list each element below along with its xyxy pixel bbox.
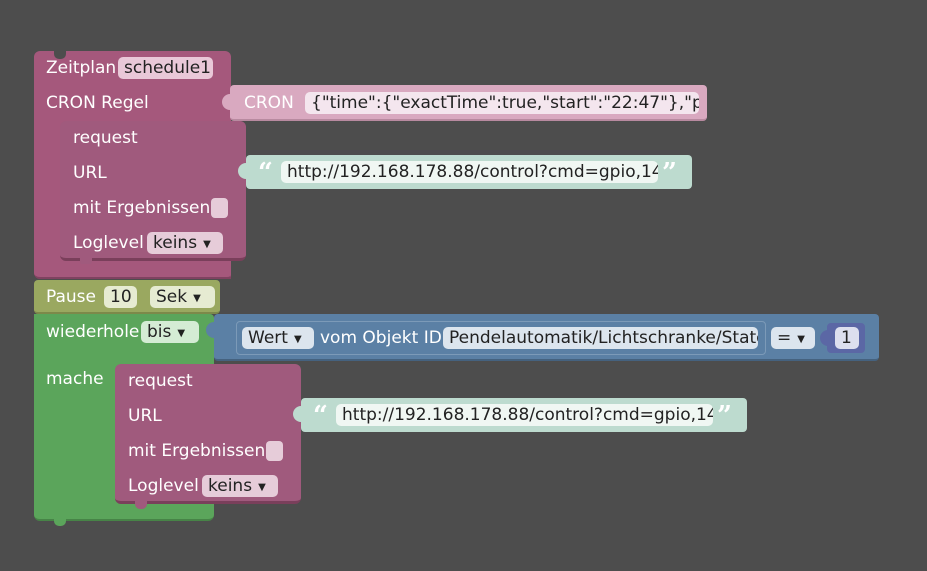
pause-unit-dropdown[interactable]: Sek ▼ xyxy=(150,286,215,308)
url-on-field[interactable]: http://192.168.178.88/control?cmd=gpio,1… xyxy=(281,161,658,183)
dropdown-arrow-icon: ▼ xyxy=(203,239,211,250)
request-on-loglevel-dropdown[interactable]: keins ▼ xyxy=(147,232,223,254)
quote-open-icon: “ xyxy=(313,401,328,431)
cron-label: CRON xyxy=(244,93,294,113)
pause-label: Pause xyxy=(46,287,96,307)
quote-open-icon: “ xyxy=(258,158,273,188)
dropdown-arrow-icon: ▼ xyxy=(177,328,186,339)
cron-value-field[interactable]: {"time":{"exactTime":true,"start":"22:47… xyxy=(305,92,699,114)
request-off-with-results-checkbox[interactable] xyxy=(266,441,283,461)
request-off-label: request xyxy=(128,371,193,391)
request-on-with-results-label: mit Ergebnissen xyxy=(73,198,211,218)
repeat-label: wiederhole xyxy=(46,322,140,342)
url-on-connector-tab xyxy=(238,163,248,179)
object-id-label: vom Objekt ID xyxy=(320,328,442,348)
request-on-url-label: URL xyxy=(73,163,107,183)
repeat-mode-value: bis xyxy=(147,322,172,342)
dropdown-arrow-icon: ▼ xyxy=(797,334,805,345)
url-off-field[interactable]: http://192.168.178.88/control?cmd=gpio,1… xyxy=(336,404,713,426)
request-on-loglevel-label: Loglevel xyxy=(73,233,144,253)
request-on-label: request xyxy=(73,128,138,148)
quote-close-icon: ” xyxy=(717,401,732,431)
request-on-loglevel-value: keins xyxy=(153,233,198,253)
schedule-bottom-arm xyxy=(34,264,231,279)
url-off-connector-tab xyxy=(293,406,303,422)
request-off-with-results-label: mit Ergebnissen xyxy=(128,441,266,461)
request-off-loglevel-value: keins xyxy=(208,476,253,496)
request-off-bottom-notch xyxy=(135,501,147,509)
schedule-label: Zeitplan xyxy=(46,58,117,78)
operator-value: = xyxy=(777,328,792,348)
request-off-loglevel-dropdown[interactable]: keins ▼ xyxy=(202,475,278,497)
dropdown-arrow-icon: ▼ xyxy=(293,334,302,345)
compare-connector-tab xyxy=(206,322,216,338)
request-off-loglevel-label: Loglevel xyxy=(128,476,199,496)
cron-connector-tab xyxy=(222,94,232,110)
repeat-bottom-notch xyxy=(54,518,66,526)
quote-close-icon: ” xyxy=(662,158,677,188)
pause-value-field[interactable]: 10 xyxy=(104,286,137,308)
pause-unit-value: Sek xyxy=(156,287,188,307)
repeat-do-label: mache xyxy=(46,369,104,389)
compare-value-field[interactable]: 1 xyxy=(835,327,859,349)
cron-rule-label: CRON Regel xyxy=(46,93,149,113)
dropdown-arrow-icon: ▼ xyxy=(258,482,266,493)
request-off-url-label: URL xyxy=(128,406,162,426)
object-id-field[interactable]: Pendelautomatik/Lichtschranke/State xyxy=(443,327,758,349)
operator-dropdown[interactable]: = ▼ xyxy=(771,327,815,349)
value-type-dropdown[interactable]: Wert ▼ xyxy=(242,327,314,349)
request-on-with-results-checkbox[interactable] xyxy=(211,198,228,218)
value-type-value: Wert xyxy=(248,328,288,348)
repeat-mode-dropdown[interactable]: bis ▼ xyxy=(141,321,199,343)
dropdown-arrow-icon: ▼ xyxy=(193,293,201,304)
schedule-name-field[interactable]: schedule1 xyxy=(118,57,213,79)
